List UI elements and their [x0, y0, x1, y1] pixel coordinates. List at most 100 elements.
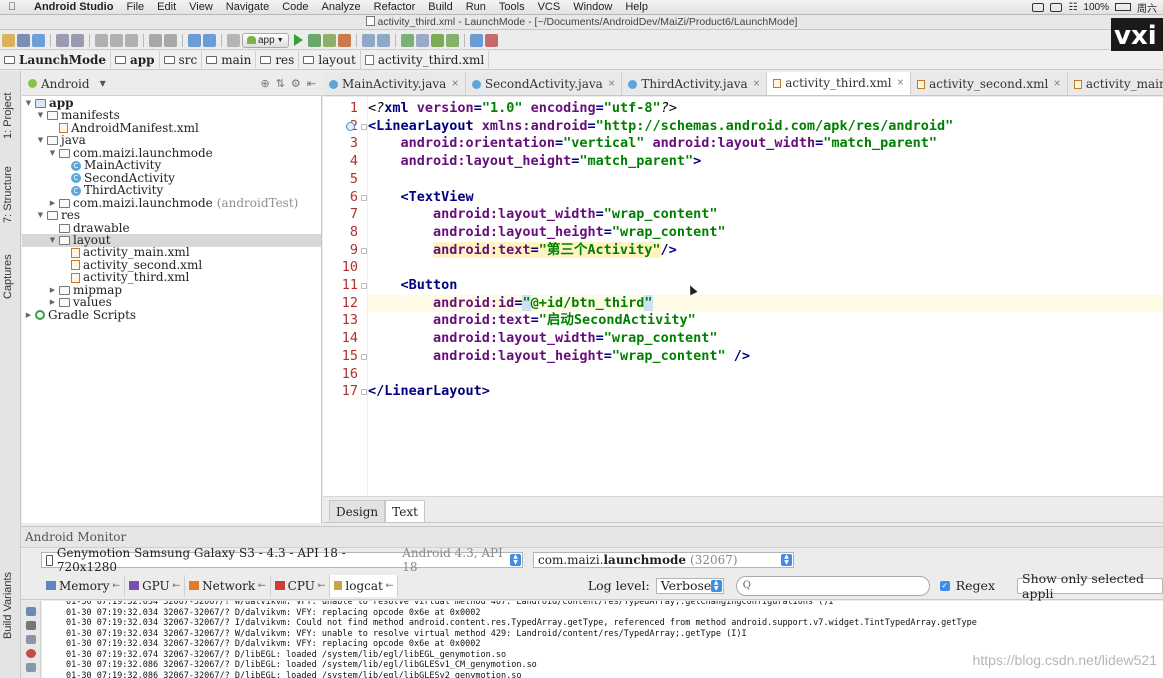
- hide-icon[interactable]: ⇤: [307, 77, 316, 90]
- sdk-manager-icon[interactable]: [430, 33, 444, 47]
- editor-tab[interactable]: SecondActivity.java ×: [466, 72, 623, 95]
- menu-item-view[interactable]: View: [189, 1, 213, 13]
- tab-memory[interactable]: Memory ⇤: [42, 574, 126, 597]
- editor-tab[interactable]: activity_third.xml ×: [767, 72, 912, 95]
- fold-marker-icon[interactable]: [361, 194, 367, 201]
- help-icon[interactable]: [469, 33, 483, 47]
- fold-marker-icon[interactable]: [361, 389, 367, 396]
- tab-network[interactable]: Network ⇤: [185, 574, 271, 597]
- android-device-monitor-icon[interactable]: [445, 33, 459, 47]
- debug-icon[interactable]: [307, 33, 321, 47]
- wifi-icon[interactable]: ☷: [1068, 2, 1077, 13]
- paste-icon[interactable]: [125, 33, 138, 47]
- save-all-icon[interactable]: [17, 33, 30, 47]
- device-select[interactable]: Genymotion Samsung Galaxy S3 - 4.3 - API…: [41, 546, 523, 574]
- tool-tab-structure[interactable]: 7: Structure: [2, 166, 14, 223]
- expanded-arrow-icon[interactable]: ▼: [24, 97, 33, 110]
- screen-icon[interactable]: [1032, 2, 1045, 12]
- menu-item-help[interactable]: Help: [625, 1, 648, 13]
- menu-item-build[interactable]: Build: [428, 1, 452, 13]
- editor-tab[interactable]: MainActivity.java ×: [323, 72, 466, 95]
- editor-tab[interactable]: ThirdActivity.java ×: [622, 72, 768, 95]
- layout-marker-icon[interactable]: [346, 121, 355, 131]
- fold-marker-icon[interactable]: [361, 353, 367, 360]
- tab-gpu[interactable]: GPU ⇤: [125, 574, 186, 597]
- cut-icon[interactable]: [95, 33, 108, 47]
- restart-icon[interactable]: [26, 635, 36, 644]
- tree-node[interactable]: ▶ com.maizi.launchmode (androidTest): [48, 196, 299, 210]
- expanded-arrow-icon[interactable]: ▼: [48, 147, 57, 160]
- project-structure-icon[interactable]: [361, 33, 375, 47]
- app-name-menu[interactable]: Android Studio: [34, 1, 113, 13]
- breadcrumb-item[interactable]: app: [111, 50, 160, 70]
- stop-icon[interactable]: [337, 33, 351, 47]
- find-icon[interactable]: [149, 33, 162, 47]
- copy-icon[interactable]: [110, 33, 123, 47]
- fold-marker-icon[interactable]: [361, 123, 367, 130]
- regex-checkbox[interactable]: ✓: [939, 580, 950, 591]
- terminate-icon[interactable]: [26, 649, 36, 658]
- menu-item-edit[interactable]: Edit: [157, 1, 176, 13]
- log-level-select[interactable]: Verbose ▲ ▼: [655, 577, 724, 594]
- clear-log-icon[interactable]: [26, 607, 36, 616]
- tab-cpu[interactable]: CPU ⇤: [271, 574, 331, 597]
- close-icon[interactable]: ×: [451, 79, 459, 89]
- expanded-arrow-icon[interactable]: ▼: [36, 134, 45, 147]
- menu-item-run[interactable]: Run: [466, 1, 486, 13]
- battery-icon[interactable]: [1115, 3, 1131, 11]
- expanded-arrow-icon[interactable]: ▼: [48, 234, 57, 247]
- replace-icon[interactable]: [164, 33, 177, 47]
- menu-item-refactor[interactable]: Refactor: [374, 1, 416, 13]
- forward-icon[interactable]: [203, 33, 216, 47]
- breadcrumb-item[interactable]: main: [202, 50, 257, 70]
- apple-icon[interactable]: : [8, 1, 22, 13]
- tab-design[interactable]: Design: [329, 500, 386, 522]
- gear-icon[interactable]: ⚙: [291, 77, 301, 90]
- close-icon[interactable]: ×: [1053, 79, 1061, 89]
- breadcrumb-item[interactable]: res: [256, 50, 300, 70]
- process-select[interactable]: com.maizi. launchmode (32067) ▲ ▼: [533, 552, 794, 568]
- fold-marker-icon[interactable]: [361, 247, 367, 254]
- tool-tab-captures[interactable]: Captures: [2, 254, 14, 299]
- gradle-sync-icon[interactable]: [400, 33, 414, 47]
- make-project-icon[interactable]: [227, 33, 240, 47]
- tab-logcat[interactable]: logcat ⇤: [330, 574, 399, 597]
- run-icon[interactable]: [293, 34, 303, 46]
- menu-item-analyze[interactable]: Analyze: [322, 1, 361, 13]
- filter-select[interactable]: Show only selected appli: [1017, 571, 1163, 601]
- collapsed-arrow-icon[interactable]: ▶: [48, 197, 57, 210]
- menu-item-window[interactable]: Window: [573, 1, 612, 13]
- tool-tab-project[interactable]: 1: Project: [2, 93, 14, 139]
- breadcrumb-item[interactable]: src: [160, 50, 203, 70]
- sync-icon[interactable]: ⊕: [260, 77, 269, 90]
- sync-icon[interactable]: [32, 33, 45, 47]
- breadcrumb-item[interactable]: layout: [299, 50, 361, 70]
- close-icon[interactable]: ×: [753, 79, 761, 89]
- breadcrumb-item[interactable]: LaunchMode: [0, 50, 112, 70]
- back-icon[interactable]: [188, 33, 201, 47]
- close-icon[interactable]: ×: [897, 78, 905, 88]
- menu-item-tools[interactable]: Tools: [499, 1, 525, 13]
- logcat-search-input[interactable]: Q: [735, 575, 930, 596]
- collapse-icon[interactable]: ⇅: [276, 77, 285, 90]
- menu-item-navigate[interactable]: Navigate: [226, 1, 269, 13]
- screenshot-icon[interactable]: [26, 621, 36, 630]
- undo-icon[interactable]: [56, 33, 69, 47]
- display-icon[interactable]: [1050, 2, 1063, 12]
- clock-text[interactable]: 周六: [1137, 0, 1157, 15]
- expanded-arrow-icon[interactable]: ▼: [36, 209, 45, 222]
- tab-text[interactable]: Text: [385, 500, 425, 522]
- close-icon[interactable]: ×: [608, 79, 616, 89]
- run-config-select[interactable]: app ▼: [242, 32, 289, 48]
- project-view-select[interactable]: Android ▼: [22, 77, 106, 91]
- code-editor[interactable]: 1234567891011121314151617 <?xml version=…: [323, 97, 1163, 497]
- expanded-arrow-icon[interactable]: ▼: [36, 109, 45, 122]
- editor-tab[interactable]: activity_main.xml×: [1068, 72, 1163, 95]
- menu-item-vcs[interactable]: VCS: [538, 1, 561, 13]
- breadcrumb-item[interactable]: activity_third.xml: [361, 50, 490, 70]
- open-folder-icon[interactable]: [2, 33, 15, 47]
- collapsed-arrow-icon[interactable]: ▶: [24, 309, 33, 322]
- fold-marker-icon[interactable]: [361, 283, 367, 289]
- menu-item-file[interactable]: File: [126, 1, 144, 13]
- tree-node[interactable]: ▶ Gradle Scripts: [24, 308, 136, 322]
